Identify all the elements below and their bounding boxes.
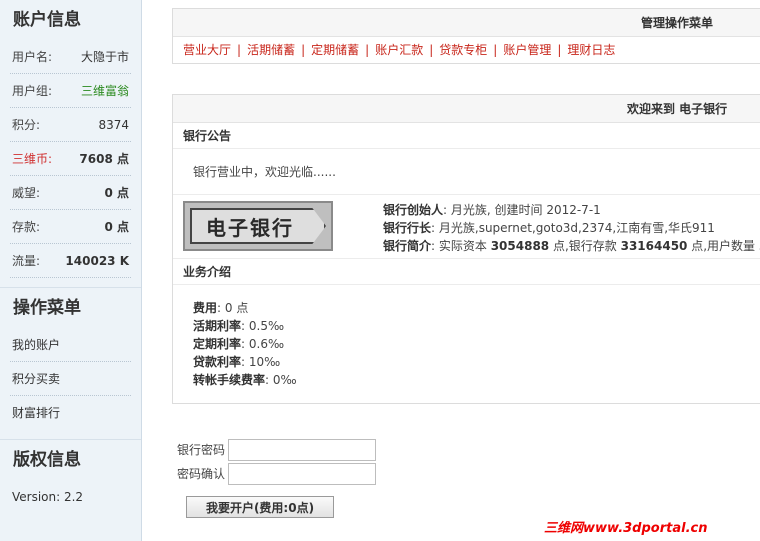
capital-value: 3054888 — [490, 239, 550, 253]
sidebar-item-my-account[interactable]: 我的账户 — [10, 328, 131, 362]
password-row: 银行密码 — [172, 438, 432, 461]
transfer-fee-line: 转帐手续费率: 0‰ — [193, 371, 760, 389]
current-rate-line: 活期利率: 0.5‰ — [193, 317, 760, 335]
copyright-title: 版权信息 — [13, 450, 81, 470]
coins-row: 三维币: 7608 点 — [10, 142, 131, 176]
bank-logo-text: 电子银行 — [206, 215, 294, 240]
menu-link-remittance[interactable]: 账户汇款 — [375, 43, 423, 57]
usergroup-row: 用户组: 三维富翁 — [10, 74, 131, 108]
president-label: 银行行长 — [383, 221, 432, 235]
fixed-rate-line: 定期利率: 0.6‰ — [193, 335, 760, 353]
prestige-row: 威望: 0 点 — [10, 176, 131, 210]
summary-suffix: 点,用户数量 5 — [687, 239, 760, 253]
usergroup-label: 用户组: — [12, 84, 53, 98]
points-value: 8374 — [98, 117, 129, 132]
traffic-label: 流量: — [12, 254, 41, 268]
president-line: 银行行长: 月光族,supernet,goto3d,2374,江南有雪,华氏91… — [383, 219, 760, 237]
password-label: 银行密码 — [176, 443, 225, 457]
current-rate-value: : 0.5‰ — [241, 319, 285, 333]
fee-value: : 0 点 — [217, 301, 249, 315]
menu-link-fixed-savings[interactable]: 定期储蓄 — [311, 43, 359, 57]
coins-value: 7608 点 — [79, 152, 129, 166]
transfer-fee-label: 转帐手续费率 — [193, 373, 266, 387]
president-value: : 月光族,supernet,goto3d,2374,江南有雪,华氏911 — [431, 221, 715, 235]
fixed-rate-value: : 0.6‰ — [241, 337, 285, 351]
deposit-value: 0 点 — [104, 220, 129, 234]
menu-separator: | — [429, 43, 434, 57]
welcome-header: 欢迎来到 电子银行 — [173, 95, 760, 123]
traffic-value: 140023 K — [65, 253, 129, 268]
notice-title: 银行公告 — [173, 123, 760, 149]
menu-link-lobby[interactable]: 营业大厅 — [183, 43, 231, 57]
version-text: Version: 2.2 — [12, 490, 84, 504]
intro-list: 费用: 0 点 活期利率: 0.5‰ 定期利率: 0.6‰ 贷款利率: 10‰ … — [173, 285, 760, 389]
notice-text: 银行营业中，欢迎光临...... — [173, 149, 760, 195]
menu-link-finance-log[interactable]: 理财日志 — [567, 43, 615, 57]
bank-info-block: 电子银行 银行创始人: 月光族, 创建时间 2012-7-1 银行行长: 月光族… — [173, 195, 760, 259]
prestige-label: 威望: — [12, 186, 41, 200]
divider — [0, 430, 141, 440]
founder-line: 银行创始人: 月光族, 创建时间 2012-7-1 — [383, 201, 760, 219]
welcome-panel: 欢迎来到 电子银行 银行公告 银行营业中，欢迎光临...... 电子银行 银行创… — [172, 94, 760, 404]
intro-title: 业务介绍 — [173, 259, 760, 285]
bank-logo: 电子银行 — [183, 201, 333, 251]
traffic-row: 流量: 140023 K — [10, 244, 131, 278]
management-menu-links: 营业大厅 | 活期储蓄 | 定期储蓄 | 账户汇款 | 贷款专柜 | 账户管理 | 理财日志 — [173, 37, 760, 63]
confirm-label: 密码确认 — [176, 467, 225, 481]
sidebar-item-points-trade[interactable]: 积分买卖 — [10, 362, 131, 396]
current-rate-label: 活期利率 — [193, 319, 242, 333]
summary-line: 银行简介: 实际资本 3054888 点,银行存款 33164450 点,用户数… — [383, 237, 760, 255]
points-label: 积分: — [12, 118, 41, 132]
sidebar-item-wealth-ranking[interactable]: 财富排行 — [10, 396, 131, 430]
menu-separator: | — [237, 43, 242, 57]
bank-info-lines: 银行创始人: 月光族, 创建时间 2012-7-1 银行行长: 月光族,supe… — [383, 201, 760, 255]
menu-separator: | — [493, 43, 498, 57]
summary-label: 银行简介 — [383, 239, 432, 253]
loan-rate-line: 贷款利率: 10‰ — [193, 353, 760, 371]
fee-label: 费用 — [193, 301, 218, 315]
open-account-button[interactable]: 我要开户(费用:0点) — [186, 496, 334, 518]
confirm-row: 密码确认 — [172, 462, 432, 485]
deposit-label: 存款: — [12, 220, 41, 234]
menu-separator: | — [365, 43, 370, 57]
menu-separator: | — [557, 43, 562, 57]
main-content: 管理操作菜单 营业大厅 | 活期储蓄 | 定期储蓄 | 账户汇款 | 贷款专柜 | 账户管理 | 理财日… — [142, 0, 760, 541]
fee-line: 费用: 0 点 — [193, 299, 760, 317]
founder-value: : 月光族, 创建时间 2012-7-1 — [443, 203, 601, 217]
username-value: 大隐于市 — [80, 50, 129, 64]
founder-label: 银行创始人 — [383, 203, 444, 217]
copyright-section: 版权信息 Version: 2.2 — [0, 440, 141, 514]
menu-link-current-savings[interactable]: 活期储蓄 — [247, 43, 295, 57]
points-row: 积分: 8374 — [10, 108, 131, 142]
summary-prefix: : 实际资本 — [431, 239, 491, 253]
management-menu-header: 管理操作菜单 — [173, 9, 760, 37]
sidebar: 账户信息 用户名: 大隐于市 用户组: 三维富翁 积分: 8374 三维币: 7… — [0, 0, 142, 541]
loan-rate-value: : 10‰ — [241, 355, 281, 369]
open-account-form: 银行密码 密码确认 我要开户(费用:0点) — [172, 438, 432, 518]
confirm-password-input[interactable] — [228, 462, 376, 485]
management-menu-panel: 管理操作菜单 营业大厅 | 活期储蓄 | 定期储蓄 | 账户汇款 | 贷款专柜 | 账户管理 | 理财日… — [172, 8, 760, 64]
divider — [0, 278, 141, 288]
deposits-value: 33164450 — [620, 239, 688, 253]
prestige-value: 0 点 — [104, 186, 129, 200]
menu-link-loans[interactable]: 贷款专柜 — [439, 43, 487, 57]
operation-menu-title: 操作菜单 — [13, 298, 81, 318]
summary-mid: 点,银行存款 — [549, 239, 621, 253]
deposit-row: 存款: 0 点 — [10, 210, 131, 244]
site-watermark: 三维网www.3dportal.cn — [544, 521, 708, 536]
operation-menu-section: 操作菜单 我的账户 积分买卖 财富排行 — [0, 288, 141, 430]
menu-separator: | — [301, 43, 306, 57]
username-label: 用户名: — [12, 50, 53, 64]
fixed-rate-label: 定期利率 — [193, 337, 242, 351]
usergroup-value: 三维富翁 — [80, 84, 129, 98]
account-info-section: 账户信息 用户名: 大隐于市 用户组: 三维富翁 积分: 8374 三维币: 7… — [0, 0, 141, 278]
transfer-fee-value: : 0‰ — [265, 373, 297, 387]
menu-link-account-management[interactable]: 账户管理 — [503, 43, 551, 57]
password-input[interactable] — [228, 438, 376, 461]
coins-label: 三维币: — [12, 152, 53, 166]
bank-logo-plate: 电子银行 — [190, 208, 326, 244]
account-info-title: 账户信息 — [13, 10, 81, 30]
username-row: 用户名: 大隐于市 — [10, 40, 131, 74]
loan-rate-label: 贷款利率 — [193, 355, 242, 369]
